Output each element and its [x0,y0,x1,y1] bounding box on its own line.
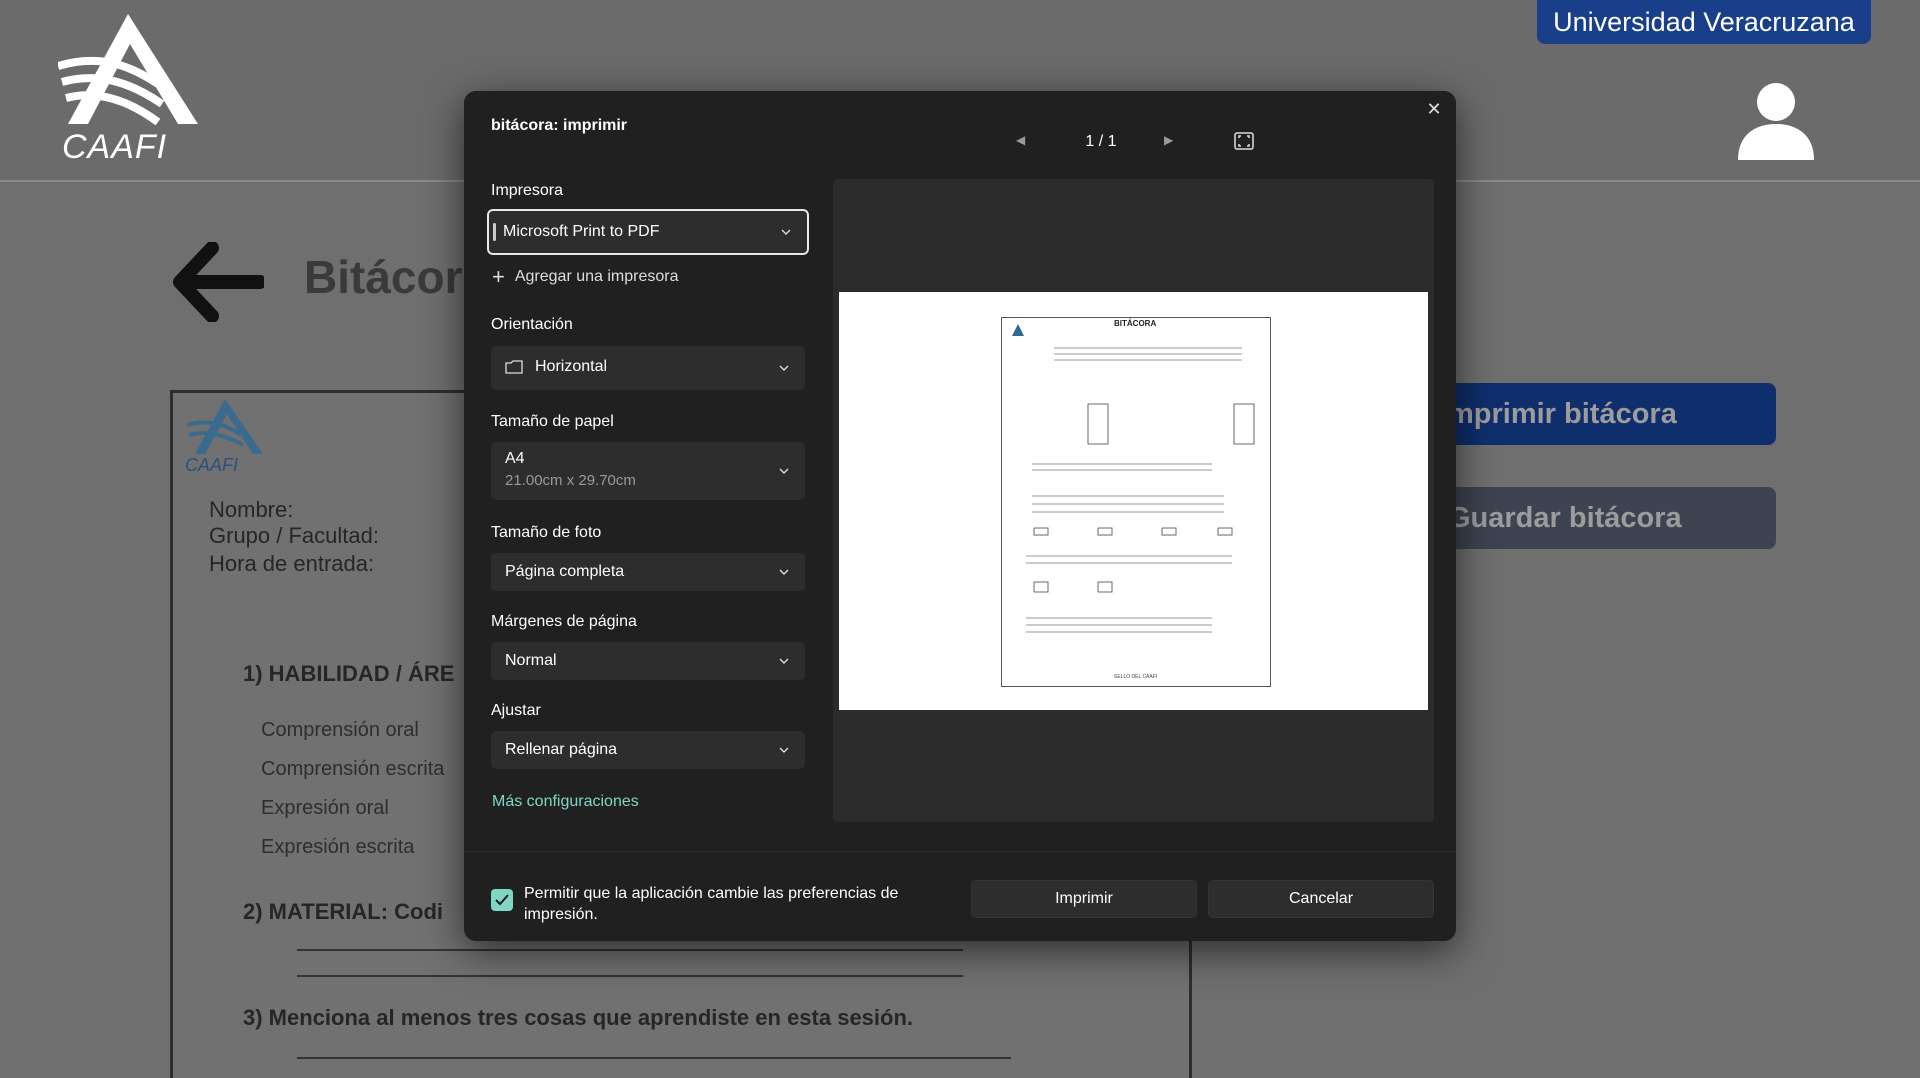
fit-page-icon[interactable] [1234,132,1254,150]
field-nombre: Nombre: [209,497,294,522]
dialog-title: bitácora: imprimir [491,117,628,134]
skill-item: Expresión oral [261,797,389,819]
paper-size-detail: 21.00cm x 29.70cm [505,472,636,489]
print-log-label: mprimir bitácora [1448,397,1677,430]
answer-line [297,975,963,977]
printer-label: Impresora [491,182,564,199]
orientation-select[interactable]: Horizontal [491,346,805,390]
back-arrow-icon[interactable] [172,242,264,322]
section-aprendizaje: 3) Menciona al menos tres cosas que apre… [243,1005,914,1030]
margins-label: Márgenes de página [491,613,637,630]
skill-item: Expresión escrita [261,836,415,858]
add-printer-label: Agregar una impresora [514,268,679,285]
paper-size-select[interactable]: A4 21.00cm x 29.70cm [491,442,805,500]
photo-size-select[interactable]: Página completa [491,553,805,591]
fit-select[interactable]: Rellenar página [491,731,805,769]
preview-form-lines [1026,347,1255,633]
orientation-label: Orientación [491,316,573,333]
next-page-icon[interactable]: ▶ [1164,133,1173,147]
printer-select[interactable]: Microsoft Print to PDF [487,209,809,255]
print-button[interactable]: Imprimir [971,880,1197,918]
printer-value: Microsoft Print to PDF [503,223,660,240]
skill-item: Comprensión oral [261,719,419,741]
margins-select[interactable]: Normal [491,642,805,680]
footer-separator [464,851,1456,852]
field-hora: Hora de entrada: [209,551,375,576]
section-habilidad: 1) HABILIDAD / ÁRE [243,661,455,686]
print-log-button[interactable]: mprimir bitácora [1436,383,1776,445]
check-icon [495,894,509,906]
page-title: Bitácora [304,251,489,303]
preview-page: BITÁCORA SELLO DEL CAAFI [839,292,1428,710]
document-logo-text: CAAFI [185,455,239,475]
plus-icon: + [492,264,505,289]
save-log-button[interactable]: Guardar bitácora [1436,487,1776,549]
save-log-label: Guardar bitácora [1448,501,1682,534]
chevron-down-icon [781,229,791,235]
fit-value: Rellenar página [505,741,618,758]
focus-accent [493,223,496,241]
orientation-icon [505,360,523,374]
print-dialog: bitácora: imprimir ✕ ◀ 1 / 1 ▶ Impresora… [464,91,1456,941]
add-printer-link[interactable]: + Agregar una impresora [492,264,679,289]
paper-size-value: A4 [505,450,525,467]
section-material: 2) MATERIAL: Codi [243,899,444,924]
skill-item: Comprensión escrita [261,758,445,780]
preview-seal: SELLO DEL CAAFI [1114,674,1158,680]
chevron-down-icon [779,658,789,664]
chevron-down-icon [779,747,789,753]
margins-value: Normal [505,652,557,669]
orientation-value: Horizontal [535,358,608,375]
preview-sheet: BITÁCORA SELLO DEL CAAFI [1001,317,1271,687]
user-icon[interactable] [1738,82,1814,160]
answer-line [297,1057,1011,1059]
more-settings-link[interactable]: Más configuraciones [492,793,639,811]
close-icon[interactable]: ✕ [1422,97,1446,121]
prev-page-icon[interactable]: ◀ [1016,133,1025,147]
photo-size-label: Tamaño de foto [491,524,602,541]
chevron-down-icon [779,569,789,575]
paper-size-label: Tamaño de papel [491,413,614,430]
field-grupo: Grupo / Facultad: [209,523,379,548]
preview-title: BITÁCORA [1114,319,1157,328]
preview-content [1012,324,1255,633]
fit-label: Ajustar [491,702,541,719]
cancel-button[interactable]: Cancelar [1208,880,1434,918]
photo-size-value: Página completa [505,563,625,580]
page-indicator: 1 / 1 [1085,133,1117,150]
chevron-down-icon [779,365,789,371]
allow-preferences-label[interactable]: Permitir que la aplicación cambie las pr… [524,883,924,925]
university-badge[interactable]: Universidad Veracruzana [1537,0,1871,44]
chevron-down-icon [779,468,789,474]
answer-line [297,949,963,951]
logo-text: CAAFI [62,128,168,166]
allow-preferences-checkbox[interactable] [491,889,513,911]
